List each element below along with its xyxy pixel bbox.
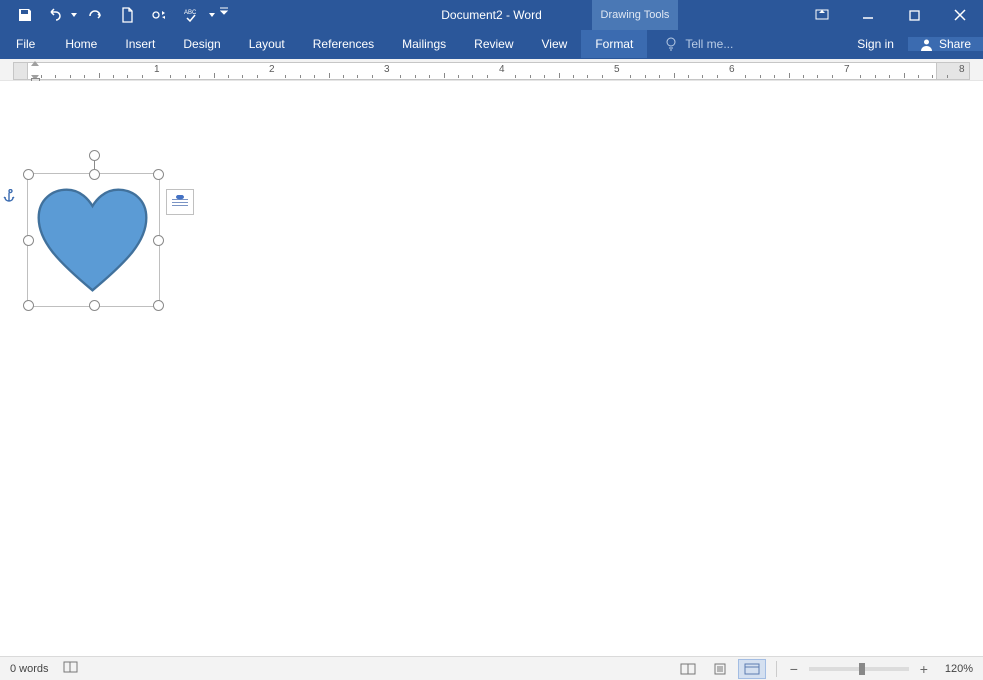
window-title: Document2 - Word [441, 8, 541, 22]
web-layout-button[interactable] [738, 659, 766, 679]
zoom-slider[interactable] [809, 667, 909, 671]
tell-me-search[interactable] [647, 30, 777, 58]
ruler-number: 1 [154, 64, 160, 75]
app-window: ABC Document2 - Word Drawing Tools [0, 0, 983, 680]
tab-insert[interactable]: Insert [111, 30, 169, 58]
tell-me-input[interactable] [683, 36, 777, 52]
document-area[interactable] [0, 81, 983, 656]
resize-handle-se[interactable] [153, 300, 164, 311]
anchor-icon [3, 189, 15, 206]
window-controls [799, 0, 983, 30]
person-icon [920, 38, 933, 51]
new-document-button[interactable] [112, 0, 142, 30]
tab-file[interactable]: File [0, 30, 51, 58]
resize-handle-e[interactable] [153, 235, 164, 246]
proofing-button[interactable] [63, 660, 79, 677]
sign-in-button[interactable]: Sign in [843, 37, 908, 51]
tab-references[interactable]: References [299, 30, 388, 58]
ruler-number: 7 [844, 64, 850, 75]
zoom-level[interactable]: 120% [945, 663, 973, 675]
rotation-handle[interactable] [89, 150, 100, 161]
tab-layout[interactable]: Layout [235, 30, 299, 58]
resize-handle-w[interactable] [23, 235, 34, 246]
tab-view[interactable]: View [528, 30, 582, 58]
word-count[interactable]: 0 words [10, 663, 49, 675]
status-bar: 0 words − + 120% [0, 656, 983, 680]
resize-handle-nw[interactable] [23, 169, 34, 180]
share-label: Share [939, 37, 971, 51]
horizontal-ruler[interactable]: 1 2 3 4 5 6 7 8 [0, 59, 983, 81]
touch-mode-button[interactable] [144, 0, 174, 30]
shape-selection-box[interactable] [27, 173, 160, 307]
layout-options-button[interactable] [166, 189, 194, 215]
qat-customize-button[interactable] [218, 0, 238, 30]
share-button[interactable]: Share [908, 37, 983, 51]
resize-handle-sw[interactable] [23, 300, 34, 311]
read-mode-button[interactable] [674, 659, 702, 679]
first-line-indent-marker[interactable] [31, 61, 39, 66]
print-layout-button[interactable] [706, 659, 734, 679]
lightbulb-icon [665, 37, 677, 51]
title-bar: ABC Document2 - Word Drawing Tools [0, 0, 983, 30]
resize-handle-ne[interactable] [153, 169, 164, 180]
minimize-button[interactable] [845, 0, 891, 30]
undo-dropdown[interactable] [70, 13, 78, 17]
redo-button[interactable] [80, 0, 110, 30]
tab-review[interactable]: Review [460, 30, 527, 58]
save-button[interactable] [10, 0, 40, 30]
ribbon-display-options-button[interactable] [799, 0, 845, 30]
ruler-number: 3 [384, 64, 390, 75]
close-button[interactable] [937, 0, 983, 30]
tab-home[interactable]: Home [51, 30, 111, 58]
resize-handle-n[interactable] [89, 169, 100, 180]
zoom-out-button[interactable]: − [787, 663, 801, 675]
quick-access-toolbar: ABC [0, 0, 238, 30]
spelling-dropdown[interactable] [208, 13, 216, 17]
ribbon-tabs: File Home Insert Design Layout Reference… [0, 30, 983, 59]
ruler-number: 4 [499, 64, 505, 75]
spelling-button[interactable]: ABC [176, 0, 206, 30]
tab-design[interactable]: Design [169, 30, 234, 58]
drawing-tools-tab-header: Drawing Tools [592, 0, 678, 30]
zoom-in-button[interactable]: + [917, 663, 931, 675]
ruler-number: 8 [959, 64, 965, 75]
undo-button[interactable] [42, 0, 68, 30]
heart-shape[interactable] [34, 185, 151, 295]
ruler-number: 6 [729, 64, 735, 75]
ruler-number: 2 [269, 64, 275, 75]
ruler-number: 5 [614, 64, 620, 75]
maximize-button[interactable] [891, 0, 937, 30]
resize-handle-s[interactable] [89, 300, 100, 311]
tab-format[interactable]: Format [581, 30, 647, 58]
tab-mailings[interactable]: Mailings [388, 30, 460, 58]
